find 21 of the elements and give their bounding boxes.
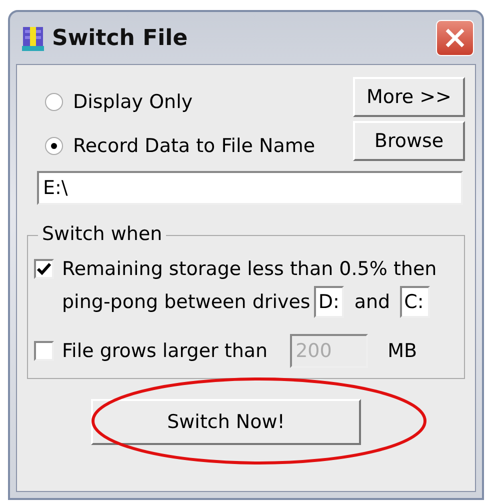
radio-button[interactable] bbox=[45, 137, 63, 155]
radio-label: Display Only bbox=[73, 91, 193, 113]
unit-label: MB bbox=[388, 340, 418, 362]
drive-field[interactable]: D: bbox=[314, 286, 344, 318]
checkbox-label: File grows larger than bbox=[62, 340, 268, 362]
file-name-field[interactable]: E:\ bbox=[37, 171, 463, 205]
radio-label: Record Data to File Name bbox=[73, 135, 316, 157]
more-button[interactable]: More >> bbox=[353, 77, 465, 117]
checkbox-label: Remaining storage less than 0.5% then bbox=[62, 258, 437, 280]
close-button[interactable] bbox=[436, 20, 474, 56]
switch-now-button[interactable]: Switch Now! bbox=[91, 399, 361, 445]
and-label: and bbox=[354, 291, 390, 313]
browse-button[interactable]: Browse bbox=[353, 121, 465, 161]
drives-label: ping-pong between drives bbox=[62, 291, 310, 313]
check-icon bbox=[36, 261, 52, 277]
close-icon bbox=[444, 27, 466, 49]
radio-button[interactable] bbox=[45, 93, 63, 111]
drive-field[interactable]: C: bbox=[400, 286, 430, 318]
checkbox[interactable] bbox=[34, 259, 54, 279]
app-icon bbox=[22, 25, 44, 51]
window-title: Switch File bbox=[52, 26, 189, 50]
